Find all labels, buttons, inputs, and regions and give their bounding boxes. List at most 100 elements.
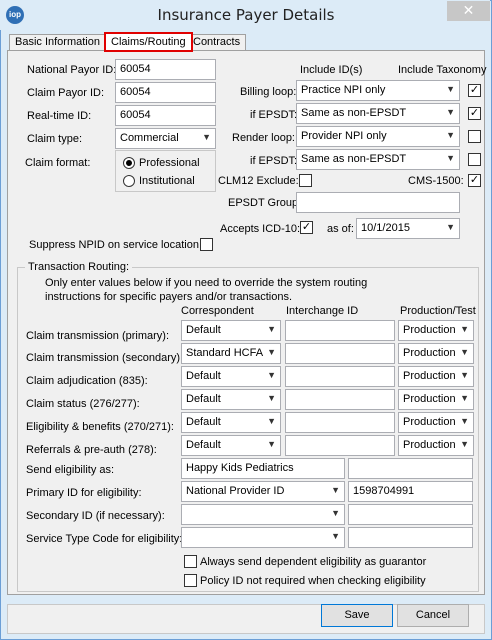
clm12-exclude-checkbox[interactable]: [299, 174, 312, 187]
render-if-epsdt-select[interactable]: Same as non-EPSDT ▼: [296, 149, 460, 170]
as-of-date-select[interactable]: 10/1/2015 ▼: [356, 218, 460, 239]
send-eligibility-extra-field[interactable]: [348, 458, 473, 479]
correspondent-value: Default: [186, 416, 221, 428]
billing-loop-label: Billing loop:: [240, 86, 297, 98]
claim-type-value: Commercial: [120, 132, 179, 144]
interchange-id-field[interactable]: [285, 412, 395, 433]
billing-if-epsdt-taxonomy-checkbox[interactable]: ✓: [468, 107, 481, 120]
billing-loop-select[interactable]: Practice NPI only ▼: [296, 80, 460, 101]
national-payor-id-label: National Payor ID:: [27, 64, 117, 76]
institutional-radio[interactable]: [123, 175, 135, 187]
routing-row-label: Claim status (276/277):: [26, 398, 140, 410]
cancel-button[interactable]: Cancel: [397, 604, 469, 627]
interchange-id-field[interactable]: [285, 320, 395, 341]
correspondent-select[interactable]: Default ▼: [181, 366, 281, 387]
render-loop-taxonomy-checkbox[interactable]: [468, 130, 481, 143]
tab-contracts[interactable]: Contracts: [187, 34, 247, 51]
clm12-exclude-label: CLM12 Exclude:: [218, 175, 299, 187]
production-test-value: Production: [403, 439, 456, 451]
primary-id-label: Primary ID for eligibility:: [26, 487, 142, 499]
billing-if-epsdt-select[interactable]: Same as non-EPSDT ▼: [296, 103, 460, 124]
secondary-id-field[interactable]: [348, 504, 473, 525]
production-test-select[interactable]: Production ▼: [398, 412, 474, 433]
interchange-id-field[interactable]: [285, 366, 395, 387]
realtime-id-label: Real-time ID:: [27, 110, 92, 122]
transaction-routing-legend: Transaction Routing:: [25, 261, 133, 273]
accepts-icd10-checkbox[interactable]: ✓: [300, 221, 313, 234]
claim-type-select[interactable]: Commercial ▼: [115, 128, 216, 149]
chevron-down-icon: ▼: [446, 222, 455, 232]
production-test-value: Production: [403, 370, 456, 382]
correspondent-value: Default: [186, 324, 221, 336]
tab-basic-information[interactable]: Basic Information: [9, 34, 106, 51]
chevron-down-icon: ▼: [460, 347, 469, 357]
always-dependent-checkbox[interactable]: [184, 555, 197, 568]
correspondent-value: Default: [186, 393, 221, 405]
render-loop-value: Provider NPI only: [301, 130, 387, 142]
correspondent-select[interactable]: Default ▼: [181, 435, 281, 456]
production-test-select[interactable]: Production ▼: [398, 343, 474, 364]
as-of-date-value: 10/1/2015: [361, 222, 410, 234]
service-type-select[interactable]: ▼: [181, 527, 345, 548]
primary-id-field[interactable]: 1598704991: [348, 481, 473, 502]
chevron-down-icon: ▼: [446, 84, 455, 94]
send-eligibility-as-field[interactable]: Happy Kids Pediatrics: [181, 458, 345, 479]
close-button[interactable]: ✕: [447, 1, 490, 21]
policy-id-not-required-label: Policy ID not required when checking eli…: [200, 575, 426, 587]
routing-row-label: Claim adjudication (835):: [26, 375, 148, 387]
tab-claims-routing[interactable]: Claims/Routing: [104, 32, 193, 52]
production-test-select[interactable]: Production ▼: [398, 389, 474, 410]
chevron-down-icon: ▼: [331, 531, 340, 541]
production-test-value: Production: [403, 347, 456, 359]
interchange-id-field[interactable]: [285, 343, 395, 364]
correspondent-select[interactable]: Default ▼: [181, 389, 281, 410]
secondary-id-type-select[interactable]: ▼: [181, 504, 345, 525]
billing-if-epsdt-value: Same as non-EPSDT: [301, 107, 407, 119]
billing-loop-value: Practice NPI only: [301, 84, 386, 96]
routing-row-label: Referrals & pre-auth (278):: [26, 444, 157, 456]
send-eligibility-as-label: Send eligibility as:: [26, 464, 115, 476]
interchange-id-column-header: Interchange ID: [286, 305, 359, 317]
render-loop-select[interactable]: Provider NPI only ▼: [296, 126, 460, 147]
chevron-down-icon: ▼: [267, 393, 276, 403]
secondary-id-label: Secondary ID (if necessary):: [26, 510, 165, 522]
routing-row-label: Claim transmission (secondary):: [26, 352, 184, 364]
chevron-down-icon: ▼: [446, 130, 455, 140]
cms1500-checkbox[interactable]: ✓: [468, 174, 481, 187]
interchange-id-field[interactable]: [285, 435, 395, 456]
national-payor-id-field[interactable]: 60054: [115, 59, 216, 80]
production-test-select[interactable]: Production ▼: [398, 320, 474, 341]
service-type-label: Service Type Code for eligibility:: [26, 533, 183, 545]
professional-radio[interactable]: [123, 157, 135, 169]
chevron-down-icon: ▼: [446, 107, 455, 117]
routing-instructions-1: Only enter values below if you need to o…: [45, 277, 368, 289]
correspondent-column-header: Correspondent: [181, 305, 254, 317]
production-test-select[interactable]: Production ▼: [398, 366, 474, 387]
chevron-down-icon: ▼: [460, 393, 469, 403]
title-bar: iop Insurance Payer Details ✕: [0, 0, 490, 30]
correspondent-select[interactable]: Default ▼: [181, 412, 281, 433]
suppress-npid-checkbox[interactable]: [200, 238, 213, 251]
epsdt-group-field[interactable]: [296, 192, 460, 213]
routing-row-label: Claim transmission (primary):: [26, 330, 170, 342]
save-button[interactable]: Save: [321, 604, 393, 627]
realtime-id-field[interactable]: 60054: [115, 105, 216, 126]
primary-id-type-value: National Provider ID: [186, 485, 285, 497]
routing-row-label: Eligibility & benefits (270/271):: [26, 421, 174, 433]
primary-id-type-select[interactable]: National Provider ID ▼: [181, 481, 345, 502]
render-if-epsdt-taxonomy-checkbox[interactable]: [468, 153, 481, 166]
production-test-select[interactable]: Production ▼: [398, 435, 474, 456]
service-type-field[interactable]: [348, 527, 473, 548]
professional-label: Professional: [139, 157, 200, 169]
policy-id-not-required-checkbox[interactable]: [184, 574, 197, 587]
always-dependent-label: Always send dependent eligibility as gua…: [200, 556, 427, 568]
production-test-column-header: Production/Test: [400, 305, 476, 317]
claim-payor-id-field[interactable]: 60054: [115, 82, 216, 103]
interchange-id-field[interactable]: [285, 389, 395, 410]
correspondent-select[interactable]: Standard HCFA ▼: [181, 343, 281, 364]
claim-payor-id-label: Claim Payor ID:: [27, 87, 105, 99]
correspondent-select[interactable]: Default ▼: [181, 320, 281, 341]
billing-loop-taxonomy-checkbox[interactable]: ✓: [468, 84, 481, 97]
cms1500-label: CMS-1500:: [408, 175, 464, 187]
routing-instructions-2: instructions for specific payers and/or …: [45, 291, 293, 303]
